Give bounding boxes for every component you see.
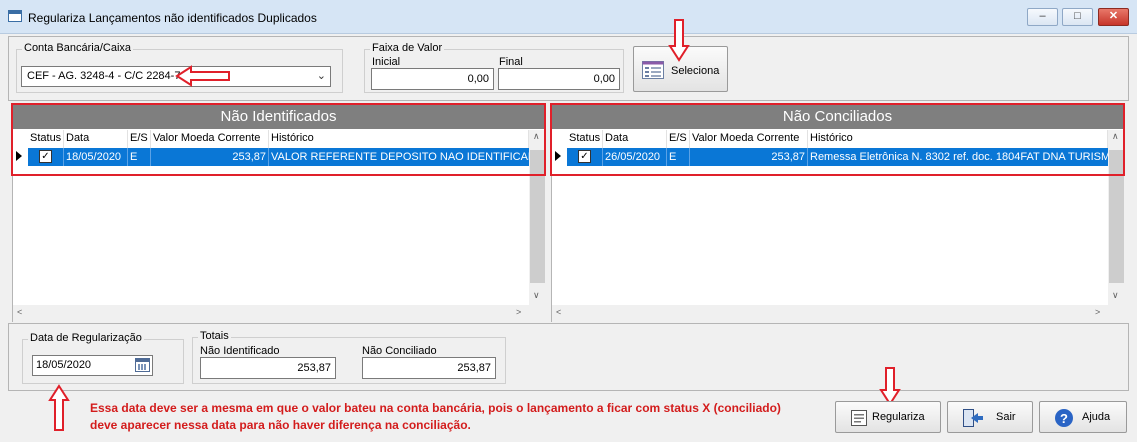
svg-text:?: ? <box>1060 411 1068 426</box>
regularization-date-input[interactable]: 18/05/2020 <box>32 355 153 376</box>
minimize-button[interactable]: – <box>1027 8 1058 26</box>
maximize-icon: □ <box>1074 10 1081 22</box>
highlight-frame-right <box>550 103 1125 176</box>
scroll-down-icon[interactable]: ∨ <box>533 290 540 301</box>
horizontal-scrollbar[interactable]: < > <box>13 305 546 322</box>
exit-button-label: Sair <box>996 411 1016 423</box>
initial-label: Inicial <box>372 56 401 68</box>
account-select-value: CEF - AG. 3248-4 - C/C 2284-7 <box>27 70 181 82</box>
minimize-icon: – <box>1039 10 1046 22</box>
regularize-button-label: Regulariza <box>872 411 925 423</box>
not-reconciled-total-field: 253,87 <box>362 357 496 379</box>
help-icon: ? <box>1055 409 1073 427</box>
not-identified-total-label: Não Identificado <box>200 345 280 357</box>
highlight-frame-left <box>11 103 546 176</box>
regularization-date-label: Data de Regularização <box>28 332 144 344</box>
app-window-icon <box>8 10 22 22</box>
scroll-left-icon[interactable]: < <box>556 307 561 317</box>
regularize-button[interactable]: Regulariza <box>835 401 941 433</box>
exit-door-icon <box>963 409 983 427</box>
scroll-right-icon[interactable]: > <box>1095 307 1100 317</box>
close-icon: ✕ <box>1108 10 1119 22</box>
window-title: Regulariza Lançamentos não identificados… <box>28 11 317 25</box>
scroll-left-icon[interactable]: < <box>17 307 22 317</box>
not-identified-total-field: 253,87 <box>200 357 336 379</box>
left-arrow-annotation-icon <box>175 65 230 87</box>
down-arrow-annotation-icon <box>668 19 690 62</box>
up-arrow-annotation-icon <box>48 384 70 431</box>
scroll-down-icon[interactable]: ∨ <box>1112 290 1119 301</box>
down-arrow-annotation-icon <box>879 367 901 406</box>
annotation-line-2: deve aparecer nessa data para não haver … <box>90 418 471 432</box>
scroll-right-icon[interactable]: > <box>516 307 521 317</box>
maximize-button[interactable]: □ <box>1062 8 1093 26</box>
select-button-label: Seleciona <box>671 65 720 77</box>
help-button-label: Ajuda <box>1082 411 1111 423</box>
help-button[interactable]: ? Ajuda <box>1039 401 1127 433</box>
document-icon <box>851 410 867 426</box>
not-reconciled-total-label: Não Conciliado <box>362 345 437 357</box>
chevron-down-icon[interactable]: ⌄ <box>317 69 326 82</box>
value-range-label: Faixa de Valor <box>370 42 445 54</box>
calendar-icon[interactable] <box>135 358 150 372</box>
annotation-line-1: Essa data deve ser a mesma em que o valo… <box>90 401 781 415</box>
regularization-date-value: 18/05/2020 <box>36 359 92 371</box>
initial-value-input[interactable]: 0,00 <box>371 68 494 90</box>
list-icon <box>642 61 664 79</box>
exit-button[interactable]: Sair <box>947 401 1033 433</box>
totals-label: Totais <box>198 330 231 342</box>
final-label: Final <box>499 56 523 68</box>
horizontal-scrollbar[interactable]: < > <box>552 305 1125 322</box>
title-bar: Regulariza Lançamentos não identificados… <box>0 0 1137 34</box>
final-value-input[interactable]: 0,00 <box>498 68 620 90</box>
account-group-label: Conta Bancária/Caixa <box>22 42 134 54</box>
close-button[interactable]: ✕ <box>1098 8 1129 26</box>
